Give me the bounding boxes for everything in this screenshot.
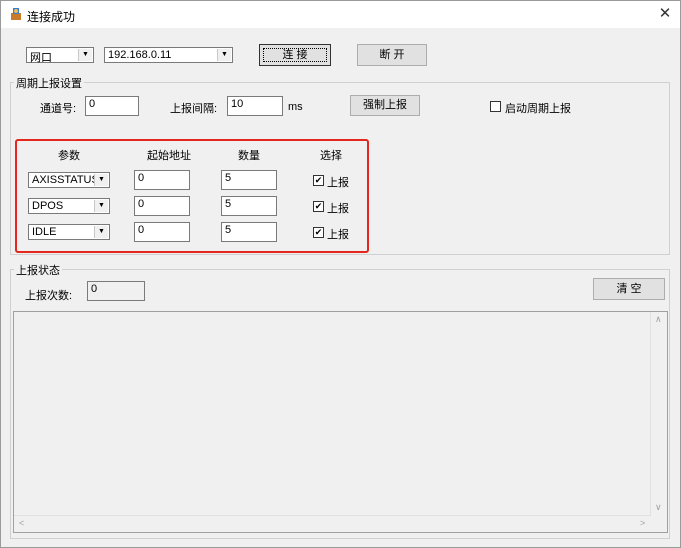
highlight-box [15,139,369,253]
ip-address-value: 192.168.0.11 [108,49,172,61]
report-count-value: 0 [91,283,98,295]
connection-type-value: 网口 [30,52,52,64]
interval-label: 上报间隔: [170,103,218,115]
interval-input[interactable]: 10 [227,96,283,116]
chevron-down-icon[interactable]: ▼ [78,49,92,61]
interval-value: 10 [231,98,244,110]
scroll-right-icon[interactable]: > [640,518,645,528]
report-log-area[interactable]: ∧ ∨ < > [13,311,668,533]
title-bar: 连接成功 ✕ [1,1,680,28]
periodic-group-title: 周期上报设置 [14,75,84,91]
app-icon [11,8,21,20]
clear-button-label: 清 空 [616,283,642,295]
force-report-label: 强制上报 [363,99,407,111]
enable-periodic-checkbox[interactable] [490,101,501,112]
enable-periodic-label: 启动周期上报 [505,103,571,115]
chevron-down-icon[interactable]: ▼ [217,49,231,61]
clear-button[interactable]: 清 空 [593,278,665,300]
horizontal-scrollbar[interactable]: < > [14,515,651,532]
report-count-field: 0 [87,281,145,301]
disconnect-button-label: 断 开 [379,49,405,61]
close-icon[interactable]: ✕ [655,4,675,24]
scroll-down-icon[interactable]: ∨ [655,502,662,513]
disconnect-button[interactable]: 断 开 [357,44,427,66]
connect-button[interactable]: 连 接 [259,44,331,66]
ip-address-select[interactable]: 192.168.0.11 ▼ [104,47,233,63]
scroll-up-icon[interactable]: ∧ [655,314,662,325]
vertical-scrollbar[interactable]: ∧ ∨ [650,312,667,516]
window-title: 连接成功 [27,10,76,24]
channel-label: 通道号: [40,103,77,115]
status-group-title: 上报状态 [14,262,62,278]
force-report-button[interactable]: 强制上报 [350,95,420,116]
channel-value: 0 [89,98,96,110]
connect-button-label: 连 接 [282,49,308,61]
connection-type-select[interactable]: 网口 ▼ [26,47,94,64]
report-count-label: 上报次数: [25,290,73,302]
scroll-left-icon[interactable]: < [19,518,24,528]
interval-unit: ms [288,101,303,113]
main-window: 连接成功 ✕ 网口 ▼ 192.168.0.11 ▼ 连 接 断 开 周期上报设… [0,0,681,548]
channel-input[interactable]: 0 [85,96,139,116]
